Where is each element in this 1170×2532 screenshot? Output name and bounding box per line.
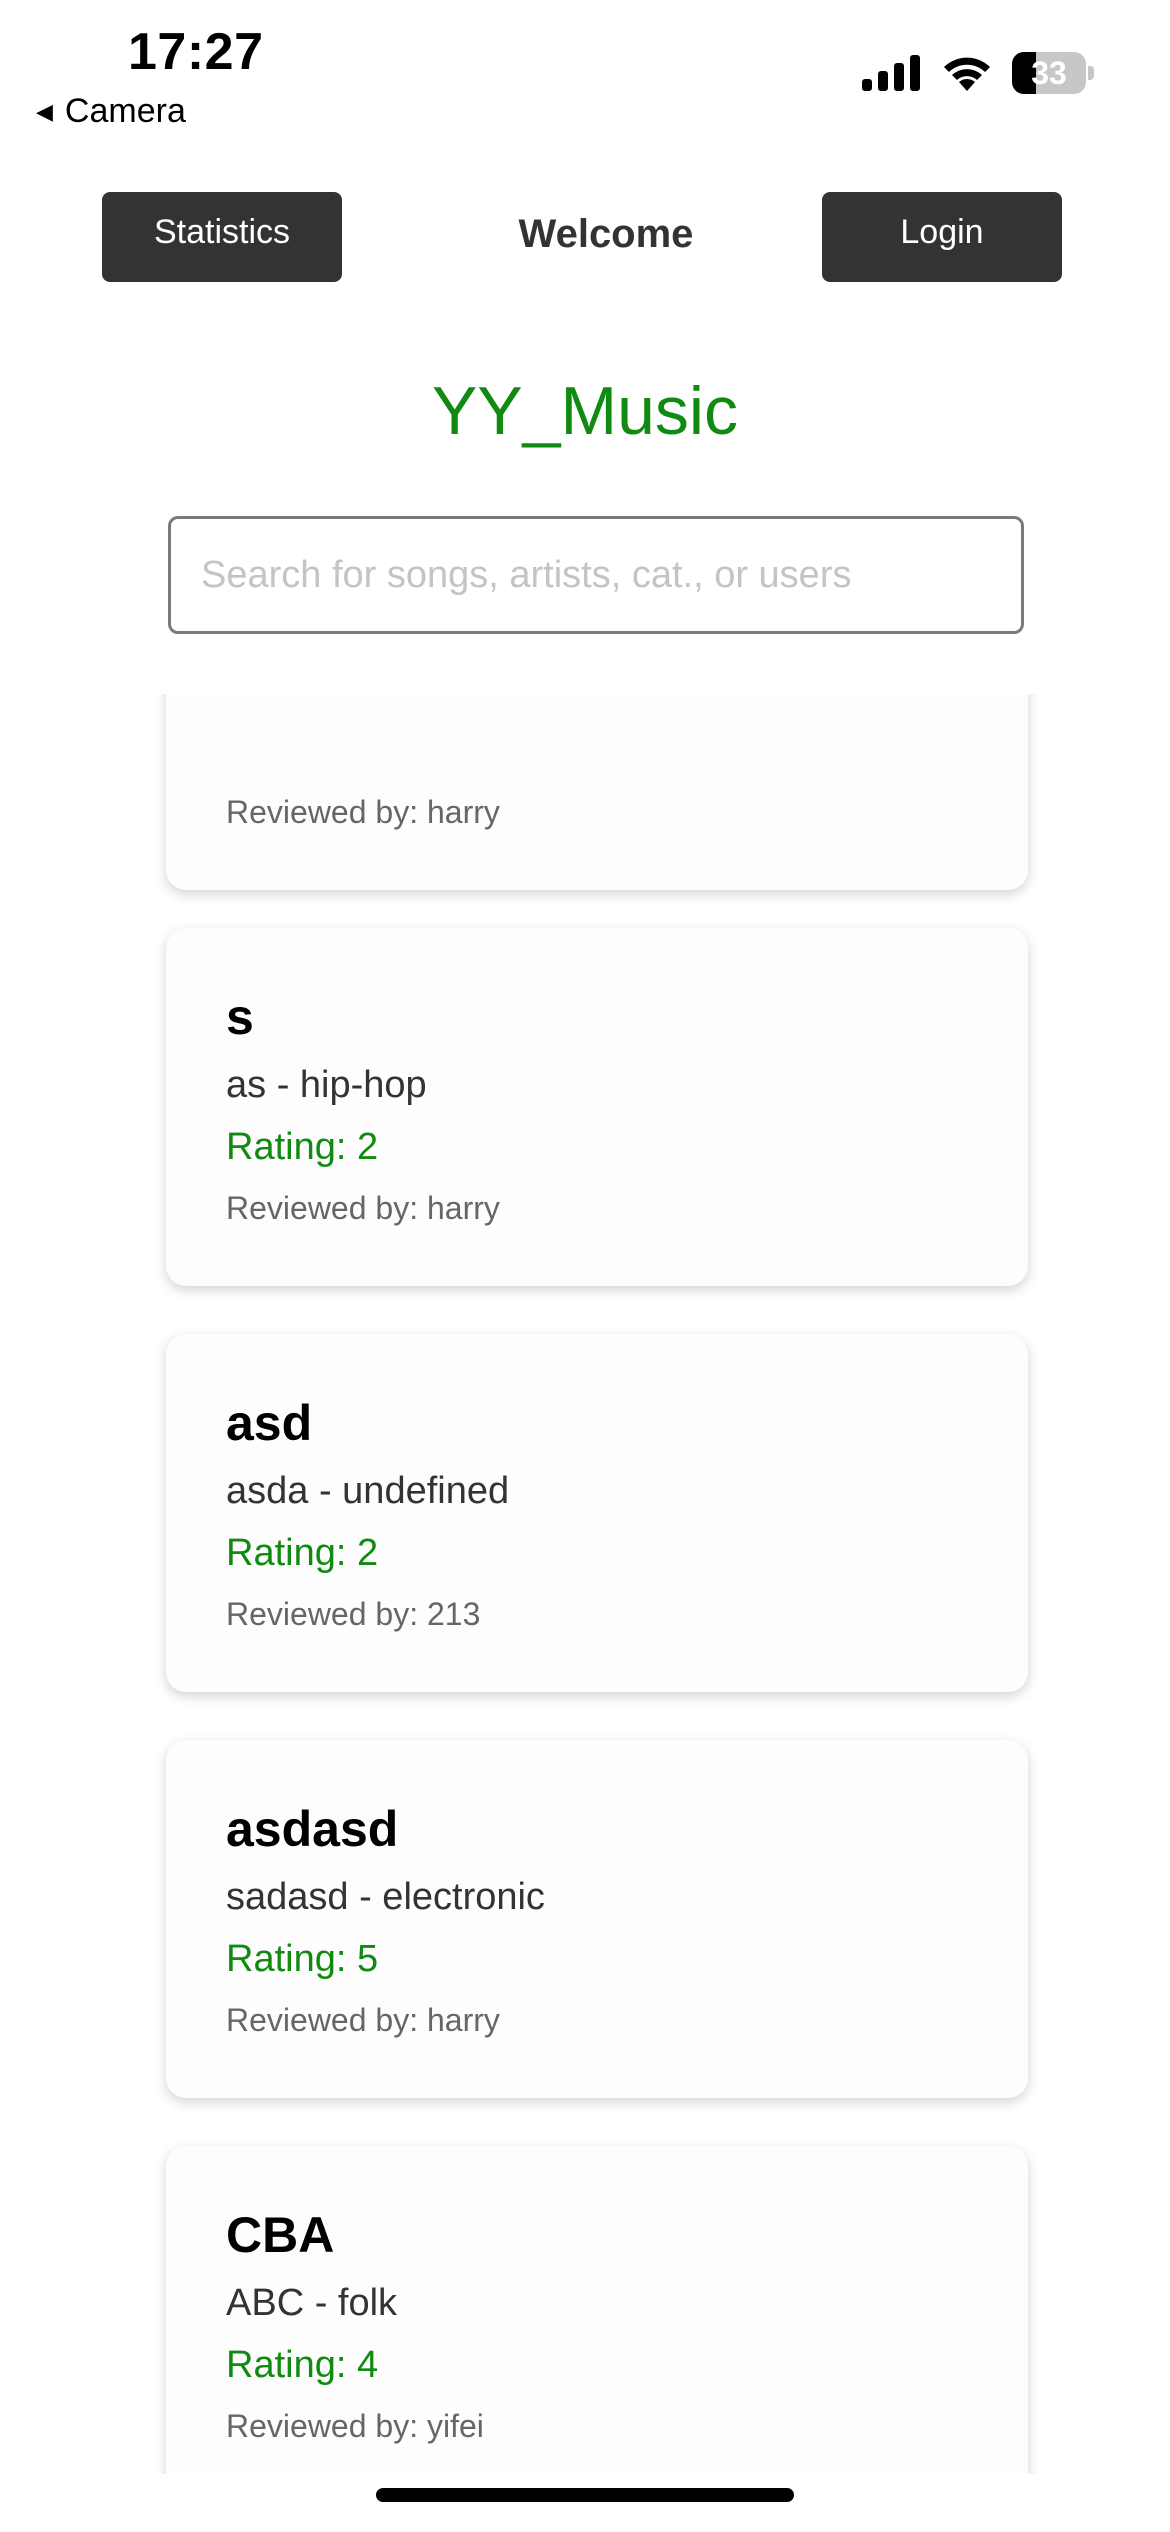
song-artist-genre: ABC - folk <box>226 2282 398 2324</box>
status-icons: 33 <box>862 52 1094 94</box>
song-reviewer: Reviewed by: harry <box>226 2002 500 2038</box>
song-reviewer: Reviewed by: yifei <box>226 2408 484 2444</box>
app-title: YY_Music <box>431 373 739 449</box>
review-card[interactable]: Reviewed by: harry <box>166 694 1028 890</box>
song-title: asd <box>226 1395 313 1451</box>
song-reviewer: Reviewed by: 213 <box>226 1596 481 1632</box>
song-title: asdasd <box>226 1801 399 1857</box>
song-rating: Rating: 5 <box>226 1938 379 1980</box>
battery-icon: 33 <box>1012 52 1094 94</box>
song-artist-genre: as - hip-hop <box>226 1064 427 1106</box>
song-artist-genre: asda - undefined <box>226 1470 510 1512</box>
review-card[interactable]: s as - hip-hop Rating: 2 Reviewed by: ha… <box>166 928 1028 1286</box>
home-indicator[interactable] <box>376 2488 794 2502</box>
login-button[interactable]: Login <box>822 192 1062 282</box>
song-reviewer: Reviewed by: harry <box>226 1190 500 1226</box>
song-artist-genre: sadasd - electronic <box>226 1876 545 1918</box>
review-card[interactable]: CBA ABC - folk Rating: 4 Reviewed by: yi… <box>166 2146 1028 2474</box>
back-link-label: Camera <box>64 92 186 130</box>
status-time: 17:27 <box>128 23 264 81</box>
review-card[interactable]: asd asda - undefined Rating: 2 Reviewed … <box>166 1334 1028 1692</box>
review-card[interactable]: asdasd sadasd - electronic Rating: 5 Rev… <box>166 1740 1028 2098</box>
app-screen: 17:27 ◀ Camera 33 Statistics Welcome Log… <box>0 0 1170 2532</box>
battery-level: 33 <box>1031 55 1067 91</box>
review-list[interactable]: Reviewed by: harry s as - hip-hop Rating… <box>0 694 1170 2474</box>
song-rating: Rating: 2 <box>226 1532 379 1574</box>
search-input[interactable] <box>168 516 1024 634</box>
back-to-camera-link[interactable]: ◀ Camera <box>36 92 186 131</box>
song-rating: Rating: 4 <box>226 2344 379 2386</box>
song-rating: Rating: 2 <box>226 1126 379 1168</box>
song-reviewer: Reviewed by: harry <box>226 794 500 830</box>
cellular-signal-icon <box>862 55 920 91</box>
wifi-icon <box>944 57 990 91</box>
song-title: s <box>226 989 254 1045</box>
song-title: CBA <box>226 2207 335 2263</box>
back-triangle-icon: ◀ <box>36 98 53 124</box>
top-navigation: Statistics Welcome Login <box>0 192 1170 282</box>
